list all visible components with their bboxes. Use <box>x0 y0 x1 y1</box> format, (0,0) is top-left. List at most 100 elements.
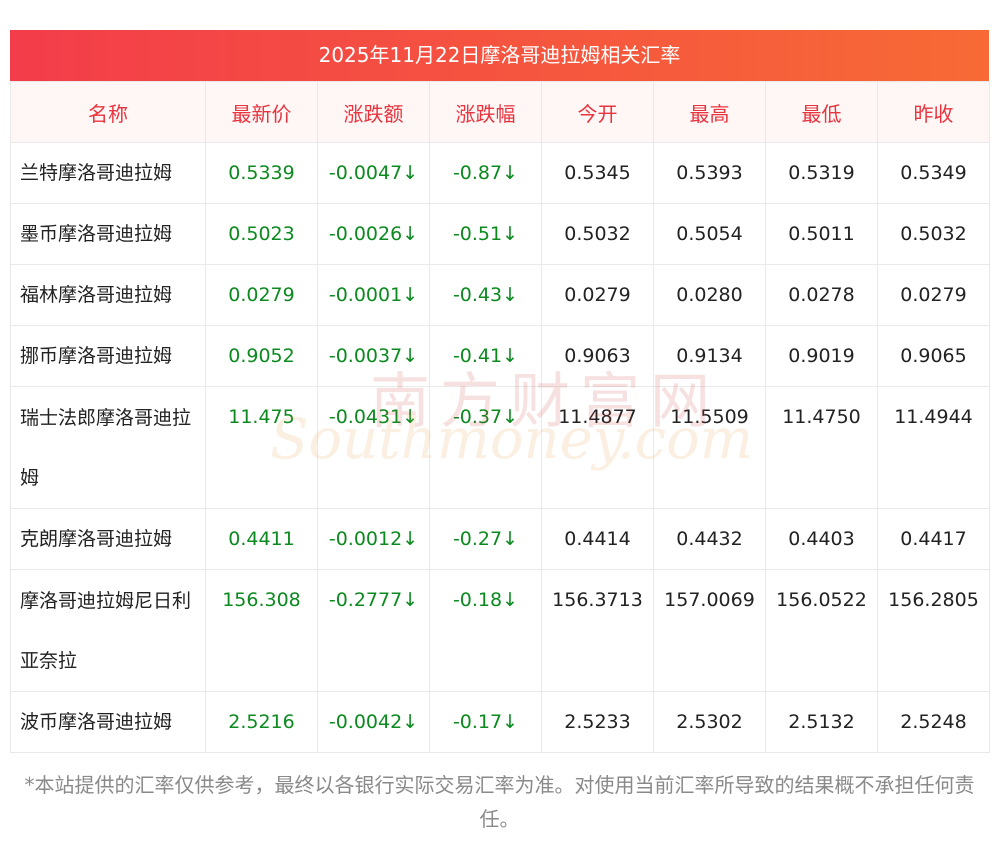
row-change-pct: -0.37↓ <box>429 386 542 509</box>
header-row: 名称 最新价 涨跌额 涨跌幅 今开 最高 最低 昨收 <box>10 81 990 143</box>
row-name: 墨币摩洛哥迪拉姆 <box>10 203 206 265</box>
row-change-pct: -0.27↓ <box>429 508 542 570</box>
row-change-pct: -0.51↓ <box>429 203 542 265</box>
row-high: 0.0280 <box>653 264 766 326</box>
row-latest: 0.0279 <box>205 264 318 326</box>
row-name: 瑞士法郎摩洛哥迪拉姆 <box>10 386 206 509</box>
row-change-pct: -0.41↓ <box>429 325 542 387</box>
row-low: 11.4750 <box>765 386 878 509</box>
down-arrow-icon: ↓ <box>502 589 519 611</box>
row-change: -0.0037↓ <box>317 325 430 387</box>
row-change: -0.0047↓ <box>317 142 430 204</box>
row-change-pct: -0.18↓ <box>429 569 542 692</box>
row-latest: 0.5023 <box>205 203 318 265</box>
row-prev-close: 0.5032 <box>877 203 990 265</box>
row-prev-close: 0.0279 <box>877 264 990 326</box>
down-arrow-icon: ↓ <box>502 284 519 306</box>
table-row: 波币摩洛哥迪拉姆 2.5216 -0.0042↓ -0.17↓ 2.5233 2.5302… <box>10 691 990 753</box>
row-low: 0.9019 <box>765 325 878 387</box>
row-prev-close: 2.5248 <box>877 691 990 753</box>
row-change-pct: -0.87↓ <box>429 142 542 204</box>
row-latest: 11.475 <box>205 386 318 509</box>
row-latest: 2.5216 <box>205 691 318 753</box>
col-high: 最高 <box>653 81 766 143</box>
row-open: 0.5345 <box>541 142 654 204</box>
table-row: 福林摩洛哥迪拉姆 0.0279 -0.0001↓ -0.43↓ 0.0279 0.0280… <box>10 264 990 326</box>
rates-table: 名称 最新价 涨跌额 涨跌幅 今开 最高 最低 昨收 兰特摩洛哥迪拉姆 0.533… <box>10 81 990 753</box>
row-latest: 0.4411 <box>205 508 318 570</box>
table-row: 兰特摩洛哥迪拉姆 0.5339 -0.0047↓ -0.87↓ 0.5345 0.5393… <box>10 142 990 204</box>
col-prev-close: 昨收 <box>877 81 990 143</box>
row-low: 0.0278 <box>765 264 878 326</box>
row-low: 156.0522 <box>765 569 878 692</box>
row-change: -0.0001↓ <box>317 264 430 326</box>
down-arrow-icon: ↓ <box>402 345 419 367</box>
col-low: 最低 <box>765 81 878 143</box>
row-high: 11.5509 <box>653 386 766 509</box>
row-name: 波币摩洛哥迪拉姆 <box>10 691 206 753</box>
table-row: 墨币摩洛哥迪拉姆 0.5023 -0.0026↓ -0.51↓ 0.5032 0.5054… <box>10 203 990 265</box>
row-change-pct: -0.43↓ <box>429 264 542 326</box>
down-arrow-icon: ↓ <box>402 162 419 184</box>
row-open: 0.9063 <box>541 325 654 387</box>
row-open: 0.4414 <box>541 508 654 570</box>
col-open: 今开 <box>541 81 654 143</box>
col-name: 名称 <box>10 81 206 143</box>
table-row: 克朗摩洛哥迪拉姆 0.4411 -0.0012↓ -0.27↓ 0.4414 0.4432… <box>10 508 990 570</box>
down-arrow-icon: ↓ <box>402 528 419 550</box>
row-low: 0.5011 <box>765 203 878 265</box>
down-arrow-icon: ↓ <box>502 345 519 367</box>
down-arrow-icon: ↓ <box>502 711 519 733</box>
row-high: 0.5393 <box>653 142 766 204</box>
down-arrow-icon: ↓ <box>402 406 419 428</box>
row-high: 0.5054 <box>653 203 766 265</box>
row-open: 11.4877 <box>541 386 654 509</box>
row-high: 157.0069 <box>653 569 766 692</box>
down-arrow-icon: ↓ <box>402 284 419 306</box>
row-prev-close: 0.4417 <box>877 508 990 570</box>
row-change: -0.0042↓ <box>317 691 430 753</box>
table-title: 2025年11月22日摩洛哥迪拉姆相关汇率 <box>10 30 989 81</box>
row-open: 0.0279 <box>541 264 654 326</box>
down-arrow-icon: ↓ <box>502 406 519 428</box>
row-high: 0.9134 <box>653 325 766 387</box>
col-change: 涨跌额 <box>317 81 430 143</box>
row-change: -0.0431↓ <box>317 386 430 509</box>
down-arrow-icon: ↓ <box>402 589 419 611</box>
row-low: 2.5132 <box>765 691 878 753</box>
row-change: -0.2777↓ <box>317 569 430 692</box>
rates-panel: 2025年11月22日摩洛哥迪拉姆相关汇率 名称 最新价 涨跌额 涨跌幅 今开 … <box>10 30 990 753</box>
down-arrow-icon: ↓ <box>502 162 519 184</box>
row-low: 0.5319 <box>765 142 878 204</box>
table-row: 摩洛哥迪拉姆尼日利亚奈拉 156.308 -0.2777↓ -0.18↓ 156.371… <box>10 569 990 692</box>
row-prev-close: 0.5349 <box>877 142 990 204</box>
row-name: 摩洛哥迪拉姆尼日利亚奈拉 <box>10 569 206 692</box>
down-arrow-icon: ↓ <box>502 528 519 550</box>
down-arrow-icon: ↓ <box>502 223 519 245</box>
col-latest: 最新价 <box>205 81 318 143</box>
row-change: -0.0012↓ <box>317 508 430 570</box>
row-change-pct: -0.17↓ <box>429 691 542 753</box>
row-prev-close: 11.4944 <box>877 386 990 509</box>
row-open: 0.5032 <box>541 203 654 265</box>
row-low: 0.4403 <box>765 508 878 570</box>
table-row: 瑞士法郎摩洛哥迪拉姆 11.475 -0.0431↓ -0.37↓ 11.4877 11.… <box>10 386 990 509</box>
row-prev-close: 0.9065 <box>877 325 990 387</box>
row-name: 兰特摩洛哥迪拉姆 <box>10 142 206 204</box>
row-change: -0.0026↓ <box>317 203 430 265</box>
col-change-pct: 涨跌幅 <box>429 81 542 143</box>
row-open: 2.5233 <box>541 691 654 753</box>
row-latest: 0.5339 <box>205 142 318 204</box>
disclaimer: *本站提供的汇率仅供参考，最终以各银行实际交易汇率为准。对使用当前汇率所导致的结… <box>24 773 975 831</box>
row-high: 0.4432 <box>653 508 766 570</box>
row-high: 2.5302 <box>653 691 766 753</box>
table-row: 挪币摩洛哥迪拉姆 0.9052 -0.0037↓ -0.41↓ 0.9063 0.9134… <box>10 325 990 387</box>
row-name: 克朗摩洛哥迪拉姆 <box>10 508 206 570</box>
down-arrow-icon: ↓ <box>402 223 419 245</box>
row-name: 福林摩洛哥迪拉姆 <box>10 264 206 326</box>
row-open: 156.3713 <box>541 569 654 692</box>
row-name: 挪币摩洛哥迪拉姆 <box>10 325 206 387</box>
row-prev-close: 156.2805 <box>877 569 990 692</box>
row-latest: 0.9052 <box>205 325 318 387</box>
row-latest: 156.308 <box>205 569 318 692</box>
